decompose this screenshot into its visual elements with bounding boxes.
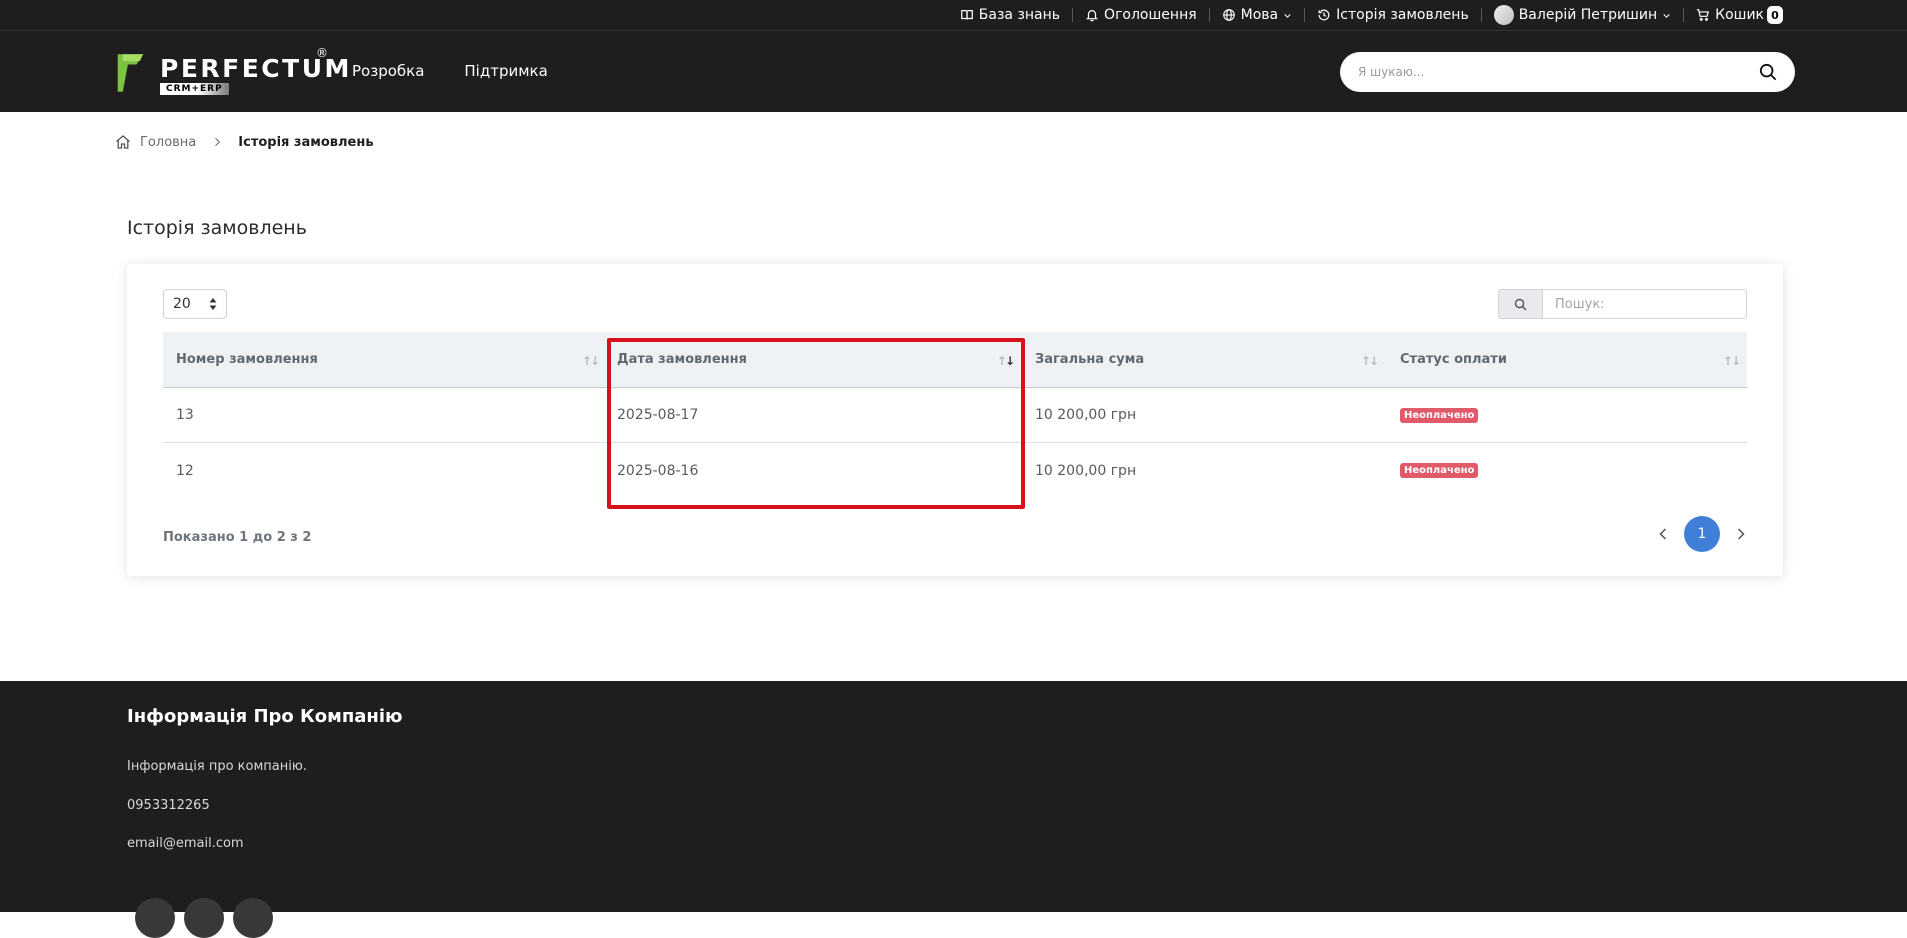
order-history-link[interactable]: Історія замовлень [1305,6,1481,24]
status-badge: Неоплачено [1400,463,1479,478]
column-header-label: Номер замовлення [176,352,318,367]
order-date: 2025-08-16 [617,462,699,479]
column-header-number[interactable]: Номер замовлення ↑↓ [163,332,606,387]
table-search-input[interactable] [1542,289,1747,319]
search-icon[interactable] [1759,63,1777,81]
breadcrumb-current: Історія замовлень [238,134,374,150]
logo-registered-mark: ® [316,46,328,60]
footer-phone[interactable]: 0953312265 [127,798,210,813]
breadcrumb: Головна Історія замовлень [115,134,374,150]
cart-icon [1696,8,1710,22]
breadcrumb-home[interactable]: Головна [140,135,196,150]
header-search [1340,52,1795,92]
cart-count-badge: 0 [1767,6,1783,24]
page-length-select[interactable]: 20 [163,289,227,319]
next-page-icon[interactable] [1734,527,1748,541]
footer-title: Інформація Про Компанію [127,706,403,727]
chevron-right-icon [211,136,223,148]
sort-arrows-icon [209,298,217,310]
nav-support[interactable]: Підтримка [464,62,547,80]
column-header-label: Статус оплати [1400,352,1507,367]
column-header-total[interactable]: Загальна сума ↑↓ [1021,332,1385,387]
nav-development[interactable]: Розробка [352,62,424,80]
language-label: Мова [1240,7,1279,23]
home-icon[interactable] [115,134,131,150]
announcements-link[interactable]: Оголошення [1073,6,1209,24]
main-header: PERFECTUM ® CRM+ERP Розробка Підтримка [0,31,1907,112]
sort-icon: ↑↓ [581,354,600,368]
order-status-cell: Неоплачено [1385,388,1747,442]
header-search-input[interactable] [1358,65,1759,79]
user-name: Валерій Петришин [1518,7,1658,23]
cart-link[interactable]: Кошик 0 [1684,6,1795,24]
logo-subtitle: CRM+ERP [160,83,229,95]
column-header-label: Загальна сума [1035,352,1145,367]
book-icon [960,8,974,22]
table-row[interactable]: 12 2025-08-16 10 200,00 грн Неоплачено [163,443,1747,498]
history-icon [1317,8,1331,22]
sort-icon: ↑↓ [1722,354,1741,368]
table-row[interactable]: 13 2025-08-17 10 200,00 грн Неоплачено [163,388,1747,443]
order-status-cell: Неоплачено [1385,443,1747,498]
search-icon [1514,298,1527,311]
bell-icon [1085,8,1099,22]
footer-about: Інформація про компанію. [127,759,307,774]
table-info: Показано 1 до 2 з 2 [163,530,312,545]
announcements-label: Оголошення [1104,7,1197,23]
cart-label: Кошик [1715,7,1764,23]
sort-icon: ↑↓ [1360,354,1379,368]
knowledge-base-link[interactable]: База знань [948,6,1072,24]
top-bar: База знань Оголошення Мова Історія замов… [0,0,1907,31]
order-total: 10 200,00 грн [1035,462,1137,479]
globe-icon [1222,8,1236,22]
order-date: 2025-08-17 [617,407,699,423]
orders-card: 20 Номер замовлення ↑↓ Дата замовлення ↑… [127,264,1783,576]
table-search [1498,289,1747,319]
sort-desc-icon: ↑↓ [996,354,1015,368]
table-search-button[interactable] [1498,289,1542,319]
order-history-label: Історія замовлень [1336,7,1469,23]
table-header: Номер замовлення ↑↓ Дата замовлення ↑↓ З… [163,332,1747,388]
footer-email[interactable]: email@email.com [127,836,244,851]
social-instagram-icon[interactable] [233,898,273,938]
status-badge: Неоплачено [1400,407,1479,423]
logo-mark-icon [117,54,144,92]
page-title: Історія замовлень [127,217,307,239]
chevron-down-icon [1283,11,1292,20]
page-button-current[interactable]: 1 [1684,516,1720,552]
language-dropdown[interactable]: Мова [1210,6,1304,24]
avatar [1493,5,1514,25]
order-number: 12 [176,462,194,479]
pagination: 1 [1656,516,1748,552]
user-menu[interactable]: Валерій Петришин [1482,5,1683,25]
social-twitter-icon[interactable] [184,898,224,938]
main-nav: Розробка Підтримка [352,62,548,80]
perfectum-logo[interactable]: PERFECTUM ® CRM+ERP [116,46,349,98]
column-header-status[interactable]: Статус оплати ↑↓ [1385,332,1747,387]
orders-table: Номер замовлення ↑↓ Дата замовлення ↑↓ З… [163,332,1747,498]
social-facebook-icon[interactable] [135,898,175,938]
order-number: 13 [176,407,194,423]
column-header-date[interactable]: Дата замовлення ↑↓ [606,332,1021,387]
knowledge-base-label: База знань [978,7,1061,23]
footer: Інформація Про Компанію Інформація про к… [0,681,1907,938]
order-total: 10 200,00 грн [1035,407,1137,423]
page-length-value: 20 [173,296,191,312]
column-header-label: Дата замовлення [617,352,747,367]
chevron-down-icon [1662,11,1671,20]
prev-page-icon[interactable] [1656,527,1670,541]
